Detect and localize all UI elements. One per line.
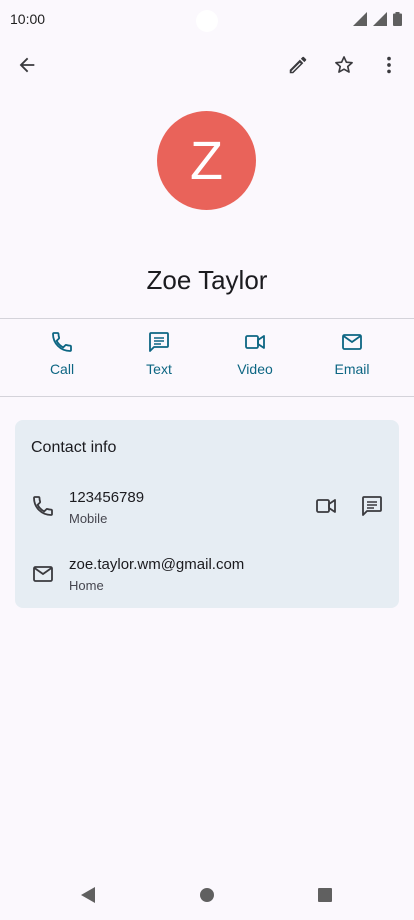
- message-icon[interactable]: [360, 494, 384, 518]
- call-action-button[interactable]: Call: [22, 330, 102, 377]
- battery-icon: [393, 12, 402, 26]
- text-label: Text: [146, 361, 172, 377]
- video-action-button[interactable]: Video: [215, 330, 295, 377]
- camera-notch: [196, 10, 218, 32]
- phone-icon: [52, 332, 72, 352]
- email-address: zoe.taylor.wm@gmail.com: [69, 556, 245, 573]
- edit-button[interactable]: [278, 45, 318, 85]
- contact-info-card: Contact info 123456789 Mobile zoe.taylor…: [15, 420, 399, 608]
- phone-number: 123456789: [69, 489, 145, 506]
- video-call-icon[interactable]: [314, 494, 338, 518]
- more-options-button[interactable]: [369, 45, 409, 85]
- email-action-button[interactable]: Email: [312, 330, 392, 377]
- divider-bottom: [0, 396, 414, 397]
- email-type: Home: [69, 578, 104, 593]
- text-action-button[interactable]: Text: [119, 330, 199, 377]
- favorite-button[interactable]: [324, 45, 364, 85]
- top-app-bar: [0, 45, 414, 85]
- nav-recents-icon[interactable]: [317, 886, 333, 904]
- email-icon: [342, 334, 362, 350]
- system-nav-bar: [0, 870, 414, 920]
- phone-type: Mobile: [69, 511, 108, 526]
- nav-home-icon[interactable]: [199, 886, 215, 904]
- cell-signal-icon: [373, 12, 387, 26]
- contact-info-title: Contact info: [31, 439, 117, 456]
- video-label: Video: [237, 361, 273, 377]
- email-icon: [33, 566, 53, 582]
- divider-top: [0, 318, 414, 319]
- arrow-back-icon: [19, 57, 35, 73]
- nav-back-icon[interactable]: [80, 886, 96, 904]
- phone-icon: [33, 496, 53, 516]
- status-bar: 10:00: [0, 0, 414, 38]
- call-label: Call: [49, 361, 75, 377]
- quick-actions: Call Text Video Email: [0, 330, 414, 386]
- video-icon: [245, 335, 265, 349]
- email-label: Email: [334, 361, 370, 377]
- contact-name: Zoe Taylor: [146, 265, 268, 295]
- message-icon: [149, 332, 169, 352]
- status-icons: [353, 12, 402, 26]
- star-outline-icon: [335, 56, 353, 73]
- wifi-signal-icon: [353, 12, 367, 26]
- contact-avatar[interactable]: Z: [157, 111, 256, 210]
- status-time: 10:00: [10, 11, 46, 27]
- pencil-icon: [289, 56, 307, 74]
- more-vert-icon: [387, 56, 391, 74]
- back-button[interactable]: [7, 45, 47, 85]
